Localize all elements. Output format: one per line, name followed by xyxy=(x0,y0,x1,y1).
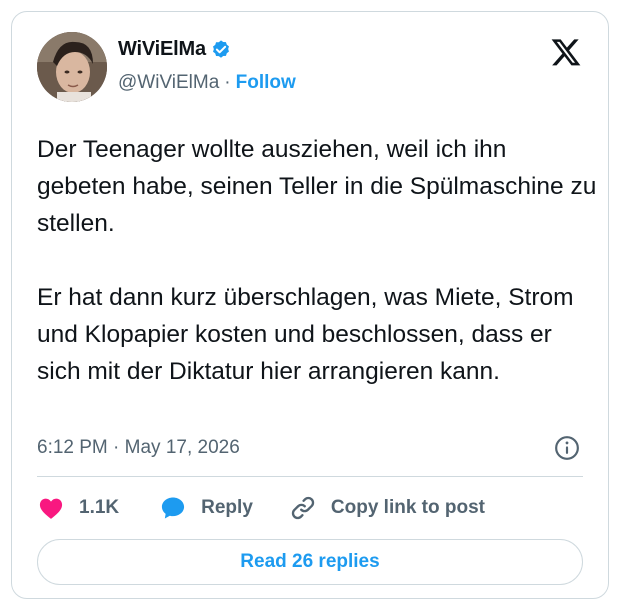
timestamp[interactable]: 6:12 PM · May 17, 2026 xyxy=(37,437,240,459)
author-handle-row: @WiViElMa · Follow xyxy=(118,72,296,94)
info-icon[interactable] xyxy=(554,435,580,461)
copy-link-button[interactable]: Copy link to post xyxy=(289,494,485,522)
action-bar: 1.1K Reply Copy link to post xyxy=(37,490,485,526)
tweet-card: WiViElMa @WiViElMa · Follow Der Teenager… xyxy=(11,11,609,599)
avatar[interactable] xyxy=(37,32,107,102)
read-replies-label: Read 26 replies xyxy=(240,551,380,572)
follow-button[interactable]: Follow xyxy=(236,72,296,94)
x-logo-icon[interactable] xyxy=(550,36,582,68)
display-name[interactable]: WiViElMa xyxy=(118,38,206,61)
reply-label: Reply xyxy=(201,497,253,518)
heart-icon xyxy=(39,498,63,519)
separator-dot: · xyxy=(224,72,231,93)
like-count: 1.1K xyxy=(79,497,120,518)
copy-link-label: Copy link to post xyxy=(330,497,485,518)
tweet-meta: 6:12 PM · May 17, 2026 xyxy=(37,434,580,462)
author-name-row: WiViElMa xyxy=(118,38,232,61)
reply-bubble-icon xyxy=(162,497,185,519)
like-button[interactable]: 1.1K xyxy=(37,494,119,522)
verified-badge-icon xyxy=(212,39,229,58)
link-icon xyxy=(291,496,315,520)
reply-button[interactable]: Reply xyxy=(159,494,253,522)
tweet-text: Der Teenager wollte ausziehen, weil ich … xyxy=(37,136,597,385)
divider xyxy=(37,476,583,477)
read-replies-button[interactable]: Read 26 replies xyxy=(37,539,583,585)
handle[interactable]: @WiViElMa xyxy=(118,72,219,94)
avatar-image xyxy=(37,32,107,102)
